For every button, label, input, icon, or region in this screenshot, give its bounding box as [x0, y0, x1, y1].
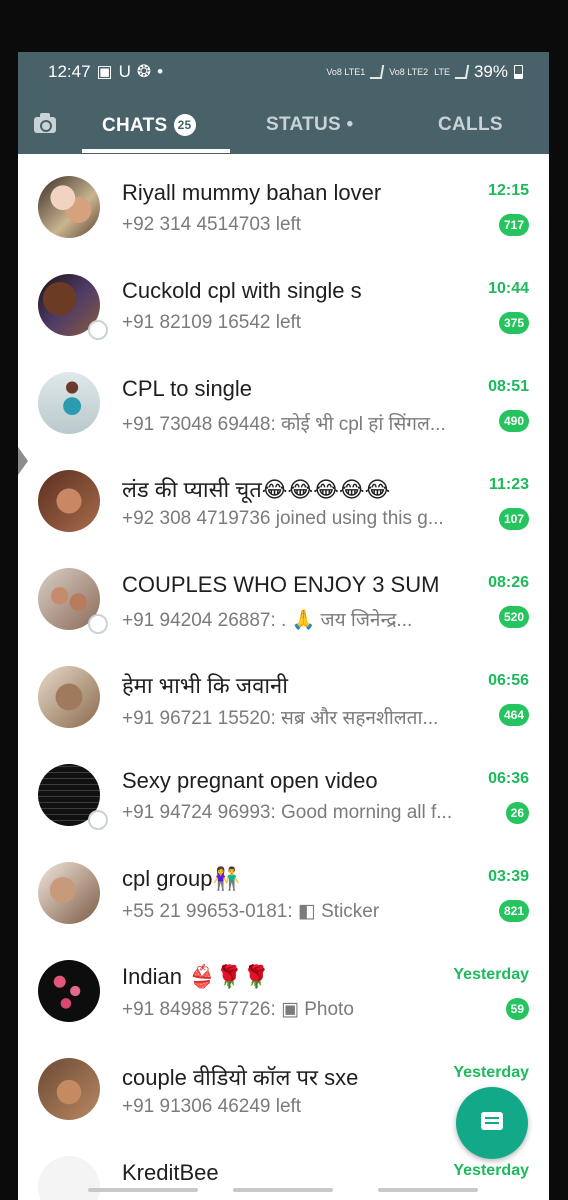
chat-row[interactable]: Riyall mummy bahan lover +92 314 4514703… — [18, 154, 549, 252]
status-ring-icon — [88, 320, 108, 340]
app-notification-icon: ❂ — [136, 62, 152, 81]
chat-name: हेमा भाभी कि जवानी — [122, 673, 288, 698]
chat-last-message: +91 73048 69448: कोई भी cpl हां सिंगल... — [122, 414, 446, 435]
unread-badge: 821 — [498, 900, 529, 922]
chat-row[interactable]: लंड की प्यासी चूत😂😂😂😂😂 +92 308 4719736 j… — [18, 448, 549, 546]
chat-row[interactable]: Indian 👙🌹🌹 +91 84988 57726: ▣ Photo Yest… — [18, 938, 549, 1036]
chat-row[interactable]: COUPLES WHO ENJOY 3 SUM +91 94204 26887:… — [18, 546, 549, 644]
chat-name: Indian 👙🌹🌹 — [122, 964, 271, 989]
avatar — [38, 1058, 100, 1120]
avatar — [38, 666, 100, 728]
chat-time: 08:26 — [488, 574, 529, 591]
chat-last-message: +55 21 99653-0181: ◧ Sticker — [122, 901, 380, 922]
chat-time: 06:56 — [488, 672, 529, 689]
avatar — [38, 1156, 100, 1200]
unread-badge: 717 — [498, 214, 529, 236]
avatar — [38, 372, 100, 434]
chat-time: 12:15 — [488, 182, 529, 199]
chat-time: Yesterday — [453, 1162, 529, 1179]
unread-badge: 375 — [498, 312, 529, 334]
chat-time: 11:23 — [488, 476, 529, 493]
signal-icon-2 — [454, 65, 470, 79]
signal-icon — [370, 65, 385, 79]
app-header: 12:47 ▣ U ❂ • Vo8 LTE1 Vo8 LTE2 LTE 39% … — [18, 52, 549, 154]
nav-indicator — [378, 1188, 478, 1192]
chat-name: लंड की प्यासी चूत😂😂😂😂😂 — [122, 477, 391, 502]
chat-time: 06:36 — [488, 770, 529, 787]
chat-last-message: +91 94724 96993: Good morning all f... — [122, 802, 453, 823]
unread-badge: 59 — [505, 998, 529, 1020]
avatar — [38, 176, 100, 238]
chat-time: 10:44 — [488, 280, 529, 297]
chat-name: Cuckold cpl with single s — [122, 278, 362, 303]
unread-badge: 107 — [498, 508, 529, 530]
nav-indicator — [233, 1188, 333, 1192]
chat-name: CPL to single — [122, 376, 253, 401]
chats-unread-badge: 25 — [173, 114, 196, 136]
unread-badge: 520 — [498, 606, 529, 628]
battery-icon — [514, 65, 523, 79]
chat-name: couple वीडियो कॉल पर sxe — [122, 1065, 359, 1090]
tab-bar: CHATS 25 STATUS • CALLS — [18, 104, 549, 154]
chat-time: Yesterday — [453, 1064, 529, 1081]
chat-name: cpl group👫 — [122, 866, 240, 891]
network-label-1: Vo8 LTE1 — [326, 66, 366, 77]
chat-name: Riyall mummy bahan lover — [122, 180, 382, 205]
chat-row[interactable]: Sexy pregnant open video +91 94724 96993… — [18, 742, 549, 840]
chat-name: COUPLES WHO ENJOY 3 SUM — [122, 572, 440, 597]
avatar — [38, 862, 100, 924]
status-ring-icon — [88, 614, 108, 634]
chat-last-message: +91 94204 26887: . 🙏 जय जिनेन्द्र... — [122, 610, 413, 631]
chat-time: Yesterday — [453, 966, 529, 983]
chat-row[interactable]: CPL to single +91 73048 69448: कोई भी cp… — [18, 350, 549, 448]
unread-badge: 464 — [498, 704, 529, 726]
nav-indicator — [88, 1188, 198, 1192]
tab-chats-label: CHATS — [102, 115, 168, 136]
chat-last-message: +91 82109 16542 left — [122, 312, 302, 333]
avatar — [38, 470, 100, 532]
status-bar: 12:47 ▣ U ❂ • Vo8 LTE1 Vo8 LTE2 LTE 39% — [18, 52, 549, 92]
network-label-3: LTE — [434, 66, 450, 77]
chat-last-message: +91 84988 57726: ▣ Photo — [122, 999, 354, 1020]
status-time: 12:47 — [48, 62, 91, 81]
network-label-2: Vo8 LTE2 — [389, 66, 429, 77]
whatsapp-screen: 12:47 ▣ U ❂ • Vo8 LTE1 Vo8 LTE2 LTE 39% … — [18, 52, 549, 1200]
chat-row[interactable]: Cuckold cpl with single s +91 82109 1654… — [18, 252, 549, 350]
new-chat-button[interactable] — [456, 1087, 528, 1159]
chat-last-message: +92 314 4514703 left — [122, 214, 302, 235]
tab-calls[interactable]: CALLS — [438, 114, 503, 136]
chat-row[interactable]: cpl group👫 +55 21 99653-0181: ◧ Sticker … — [18, 840, 549, 938]
chat-name: Sexy pregnant open video — [122, 768, 378, 793]
gallery-notification-icon: ▣ — [96, 62, 113, 81]
tab-status[interactable]: STATUS • — [266, 114, 354, 136]
unread-badge: 26 — [505, 802, 529, 824]
tab-chats[interactable]: CHATS 25 — [102, 114, 196, 137]
chat-last-message: +91 96721 15520: सब्र और सहनशीलता... — [122, 708, 439, 729]
chat-name: KreditBee — [122, 1160, 219, 1185]
chat-time: 08:51 — [488, 378, 529, 395]
chat-row[interactable]: हेमा भाभी कि जवानी +91 96721 15520: सब्र… — [18, 644, 549, 742]
new-chat-icon — [481, 1112, 503, 1130]
active-tab-indicator — [82, 149, 230, 153]
chat-last-message: +92 308 4719736 joined using this g... — [122, 508, 444, 529]
avatar — [38, 960, 100, 1022]
status-ring-icon — [88, 810, 108, 830]
u-notification-icon: U — [118, 62, 131, 81]
battery-percent: 39% — [473, 62, 508, 81]
camera-icon[interactable] — [34, 113, 56, 133]
more-notifications-icon: • — [157, 62, 164, 81]
chat-last-message: +91 91306 46249 left — [122, 1096, 302, 1117]
unread-badge: 490 — [498, 410, 529, 432]
chat-time: 03:39 — [488, 868, 529, 885]
